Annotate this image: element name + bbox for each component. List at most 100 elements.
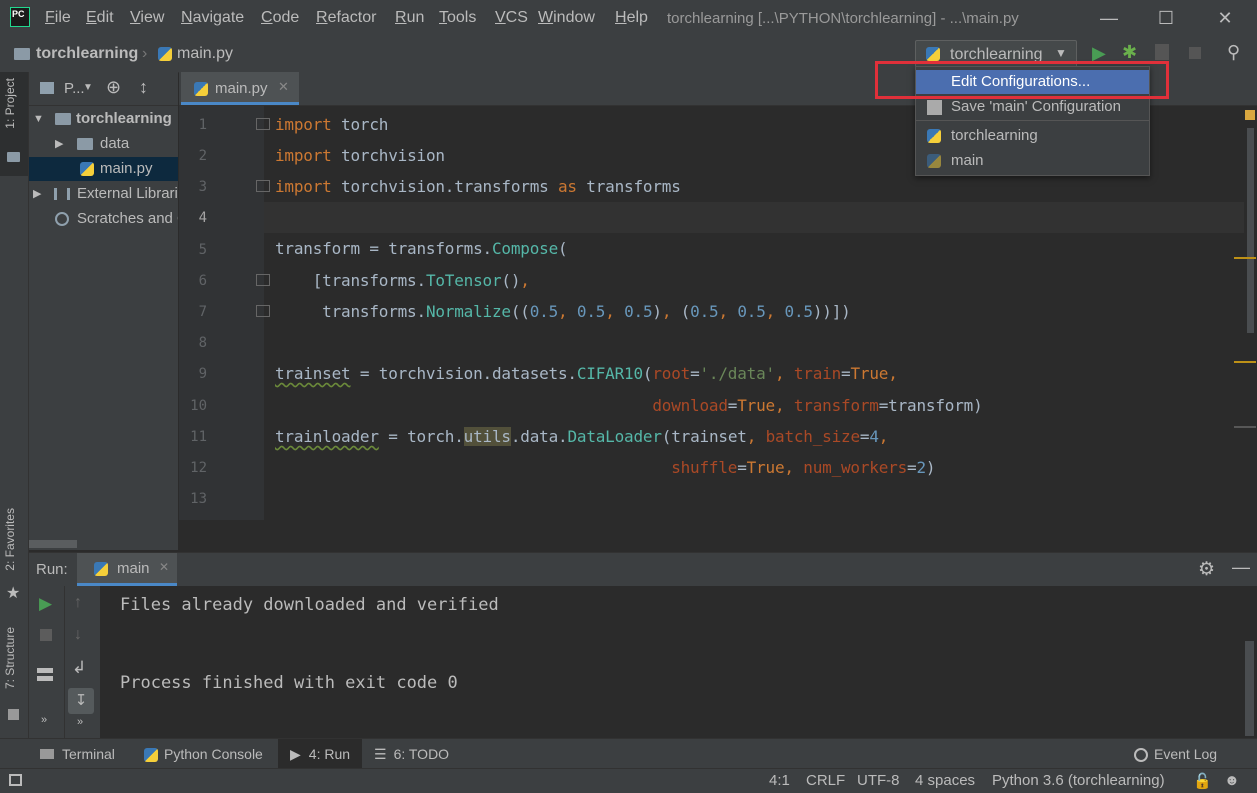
menu-vcs[interactable]: VCS — [495, 9, 528, 27]
menu-navigate[interactable]: Navigate — [181, 9, 244, 27]
chevron-right-icon[interactable]: ▶ — [33, 182, 41, 206]
terminal-tab[interactable]: Terminal — [40, 746, 115, 762]
console-scrollbar[interactable] — [1245, 641, 1254, 736]
code-line: download=True, transform=transform) — [652, 396, 983, 415]
gear-icon[interactable]: ⚙ — [1198, 558, 1215, 581]
line-number: 2 — [198, 148, 207, 164]
breadcrumb-file[interactable]: main.py — [177, 45, 233, 63]
menu-run[interactable]: Run — [395, 9, 424, 27]
todo-tab[interactable]: ☰ 6: TODO — [374, 746, 449, 763]
line-number: 3 — [198, 179, 207, 195]
down-arrow-icon[interactable]: ↓ — [74, 626, 82, 644]
run-tool-tab[interactable]: ▶ 4: Run — [278, 739, 363, 769]
terminal-icon — [40, 749, 54, 759]
coverage-icon[interactable] — [1155, 44, 1169, 60]
crosshair-locate-icon[interactable]: ⊕ — [106, 77, 121, 98]
menu-file[interactable]: File — [45, 9, 71, 27]
stop-icon[interactable] — [1189, 47, 1201, 59]
rerun-icon[interactable]: ▶ — [39, 594, 52, 614]
line-number: 13 — [190, 491, 207, 507]
horizontal-scrollbar[interactable] — [29, 540, 77, 548]
line-number: 4 — [198, 210, 207, 226]
run-console[interactable]: Files already downloaded and verified Pr… — [100, 586, 1257, 738]
maximize-icon[interactable]: ☐ — [1154, 6, 1178, 30]
breadcrumb-project[interactable]: torchlearning — [36, 45, 138, 63]
scroll-marker[interactable] — [1234, 426, 1256, 428]
favorites-tool-label: 2: Favorites — [3, 508, 17, 571]
close-icon[interactable]: ✕ — [1213, 6, 1237, 30]
python-console-tab[interactable]: Python Console — [144, 746, 263, 763]
debug-bug-icon[interactable]: ✱ — [1122, 42, 1137, 63]
file-encoding[interactable]: UTF-8 — [857, 772, 900, 789]
event-log-tab[interactable]: Event Log — [1134, 746, 1217, 763]
config-main-item[interactable]: main — [916, 149, 1149, 173]
editor-vertical-scrollbar[interactable] — [1234, 106, 1257, 536]
tree-item-torchlearning[interactable]: ▼ torchlearning — [29, 107, 178, 131]
tool-windows-toggle-icon[interactable] — [9, 774, 22, 786]
window-title: torchlearning [...\PYTHON\torchlearning]… — [667, 10, 1019, 27]
tab-main-py[interactable]: main.py ✕ — [181, 72, 299, 105]
layout-icon[interactable] — [37, 668, 53, 681]
project-tool-tab[interactable]: 1: Project — [0, 72, 28, 176]
lock-icon[interactable]: 🔓 — [1193, 772, 1212, 790]
warning-marker[interactable] — [1234, 361, 1256, 363]
more-icon[interactable]: » — [77, 716, 83, 728]
close-tab-icon[interactable]: ✕ — [159, 560, 169, 574]
chevron-down-icon[interactable]: ▼ — [33, 107, 44, 131]
line-number: 9 — [198, 366, 207, 382]
search-icon[interactable]: ⚲ — [1227, 42, 1240, 63]
menu-code[interactable]: Code — [261, 9, 299, 27]
structure-tool-label: 7: Structure — [3, 627, 17, 690]
line-separator[interactable]: CRLF — [806, 772, 845, 789]
up-arrow-icon[interactable]: ↑ — [74, 594, 82, 612]
soft-wrap-icon[interactable]: ↲ — [72, 658, 86, 678]
python-icon — [926, 47, 940, 61]
tree-item-main-py[interactable]: main.py — [29, 157, 178, 181]
python-interpreter[interactable]: Python 3.6 (torchlearning) — [992, 772, 1165, 789]
menu-refactor[interactable]: Refactor — [316, 9, 376, 27]
chevron-right-icon[interactable]: ▶ — [55, 132, 63, 156]
python-console-label: Python Console — [164, 746, 263, 762]
project-tool-label: 1: Project — [3, 78, 17, 129]
folder-icon — [14, 48, 30, 60]
favorites-tool-tab[interactable]: 2: Favorites ★ — [0, 508, 28, 608]
close-tab-icon[interactable]: ✕ — [278, 79, 289, 95]
config-torchlearning-item[interactable]: torchlearning — [916, 124, 1149, 148]
project-panel-header: P... ▼ ⊕ ↕ — [29, 72, 178, 106]
indent-setting[interactable]: 4 spaces — [915, 772, 975, 789]
minimize-icon[interactable]: — — [1097, 6, 1121, 30]
code-line: import torchvision.transforms as transfo… — [275, 177, 681, 196]
menu-tools[interactable]: Tools — [439, 9, 476, 27]
stop-icon[interactable] — [40, 629, 52, 641]
menu-view[interactable]: View — [130, 9, 164, 27]
event-log-icon — [1134, 748, 1148, 763]
editor-gutter: 1 2 3 4 5 6 7 8 9 10 11 12 13 — [179, 106, 270, 520]
project-view-selector[interactable]: P... — [64, 80, 85, 97]
tree-item-data[interactable]: ▶ data — [29, 132, 178, 156]
inspector-face-icon[interactable]: ☻ — [1224, 772, 1240, 789]
scroll-to-end-icon[interactable]: ↧ — [68, 688, 94, 714]
caret-position[interactable]: 4:1 — [769, 772, 790, 789]
tree-item-label: data — [100, 135, 130, 152]
line-number: 8 — [198, 335, 207, 351]
run-tab-main[interactable]: main ✕ — [77, 553, 177, 586]
line-number: 7 — [198, 304, 207, 320]
toolbar-divider — [64, 586, 65, 738]
menu-edit[interactable]: Edit — [86, 9, 114, 27]
minimize-panel-icon[interactable]: — — [1232, 557, 1250, 578]
menu-help[interactable]: Help — [615, 9, 648, 27]
run-icon: ▶ — [290, 746, 301, 762]
warning-marker[interactable] — [1234, 257, 1256, 259]
chevron-down-icon: ▼ — [1055, 46, 1067, 60]
todo-label: 6: TODO — [393, 746, 450, 762]
scrollbar-thumb[interactable] — [1247, 128, 1254, 333]
structure-tool-tab[interactable]: 7: Structure — [0, 627, 28, 727]
warning-indicator-icon[interactable] — [1245, 110, 1255, 120]
tree-item-scratches[interactable]: Scratches and Consoles — [29, 207, 178, 231]
tree-item-external-libraries[interactable]: ▶ External Libraries — [29, 182, 178, 206]
collapse-all-icon[interactable]: ↕ — [139, 77, 148, 98]
python-icon — [94, 562, 108, 576]
menu-window[interactable]: Window — [538, 9, 595, 27]
more-icon[interactable]: » — [41, 714, 47, 726]
chevron-down-icon[interactable]: ▼ — [83, 82, 93, 93]
